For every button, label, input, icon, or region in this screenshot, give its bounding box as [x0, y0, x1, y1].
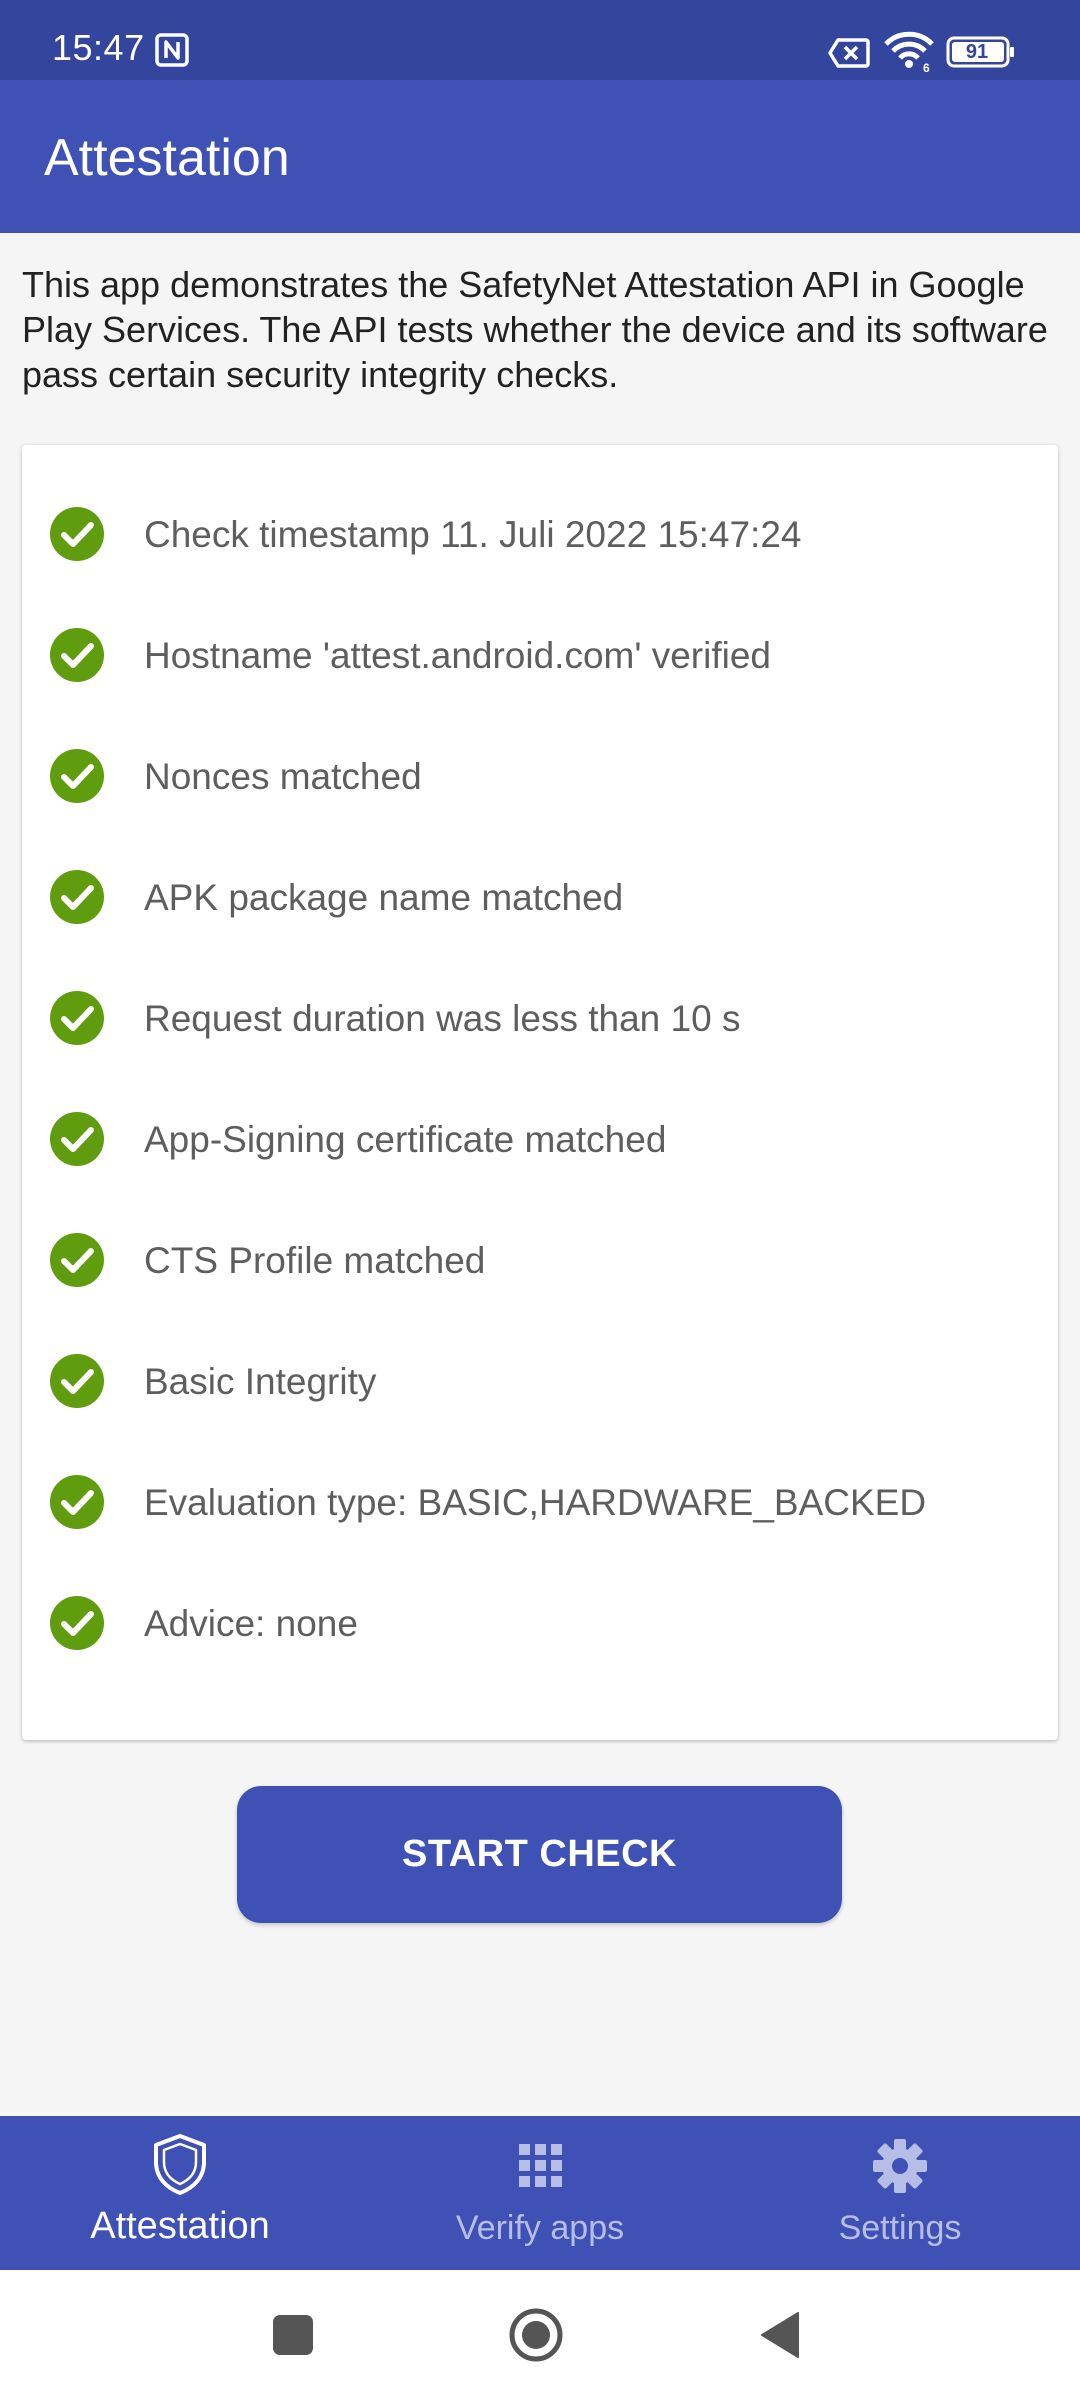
nfc-icon: [155, 33, 189, 67]
check-circle-icon: [50, 1596, 104, 1650]
gear-icon: [873, 2139, 927, 2193]
system-navigation-bar: [0, 2270, 1080, 2400]
check-item: Hostname 'attest.android.com' verified: [22, 596, 1058, 717]
check-circle-icon: [50, 749, 104, 803]
home-icon[interactable]: [508, 2307, 564, 2363]
check-label: Advice: none: [144, 1603, 358, 1644]
check-item: App-Signing certificate matched: [22, 1080, 1058, 1201]
check-item: Nonces matched: [22, 717, 1058, 838]
check-item: APK package name matched: [22, 838, 1058, 959]
check-item: Check timestamp 11. Juli 2022 15:47:24: [22, 475, 1058, 596]
check-label: Evaluation type: BASIC,HARDWARE_BACKED: [144, 1482, 927, 1523]
svg-text:6: 6: [923, 61, 930, 72]
description-text: This app demonstrates the SafetyNet Atte…: [22, 264, 1048, 395]
check-circle-icon: [50, 991, 104, 1045]
apps-grid-icon: [519, 2144, 562, 2187]
check-label: Nonces matched: [144, 756, 422, 797]
check-label: APK package name matched: [144, 877, 624, 918]
nav-item-verify-apps[interactable]: Verify apps: [360, 2116, 720, 2270]
check-item: Basic Integrity: [22, 1322, 1058, 1443]
status-bar: 15:47 6 91: [0, 0, 1080, 80]
app-bar: Attestation: [0, 80, 1080, 233]
check-circle-icon: [50, 1233, 104, 1287]
sim-off-icon: [828, 38, 870, 68]
battery-level: 91: [965, 41, 989, 63]
back-icon[interactable]: [754, 2307, 810, 2363]
bottom-navigation: Attestation Verify apps Settings: [0, 2116, 1080, 2270]
nav-item-settings[interactable]: Settings: [720, 2116, 1080, 2270]
page-title: Attestation: [44, 129, 290, 187]
results-card: Check timestamp 11. Juli 2022 15:47:24 H…: [22, 445, 1058, 1740]
nav-label-attestation: Attestation: [90, 2205, 270, 2247]
check-label: App-Signing certificate matched: [144, 1119, 667, 1160]
wifi-icon: 6: [884, 31, 934, 72]
check-circle-icon: [50, 507, 104, 561]
check-label: Check timestamp 11. Juli 2022 15:47:24: [144, 514, 802, 555]
check-circle-icon: [50, 1354, 104, 1408]
check-circle-icon: [50, 1475, 104, 1529]
check-item: Advice: none: [22, 1564, 1058, 1685]
check-item: Request duration was less than 10 s: [22, 959, 1058, 1080]
check-circle-icon: [50, 1112, 104, 1166]
check-list: Check timestamp 11. Juli 2022 15:47:24 H…: [22, 445, 1058, 1685]
check-item: Evaluation type: BASIC,HARDWARE_BACKED: [22, 1443, 1058, 1564]
status-time: 15:47: [52, 27, 145, 68]
check-circle-icon: [50, 628, 104, 682]
check-label: Basic Integrity: [144, 1361, 377, 1402]
check-circle-icon: [50, 870, 104, 924]
check-label: Hostname 'attest.android.com' verified: [144, 635, 771, 676]
nav-item-attestation[interactable]: Attestation: [0, 2116, 360, 2270]
check-label: Request duration was less than 10 s: [144, 998, 741, 1039]
nav-label-settings: Settings: [838, 2209, 962, 2247]
start-check-button[interactable]: START CHECK: [237, 1786, 842, 1923]
check-label: CTS Profile matched: [144, 1240, 486, 1281]
check-item: CTS Profile matched: [22, 1201, 1058, 1322]
recents-icon[interactable]: [265, 2307, 321, 2363]
shield-icon: [154, 2134, 206, 2195]
nav-label-verify-apps: Verify apps: [455, 2209, 625, 2247]
